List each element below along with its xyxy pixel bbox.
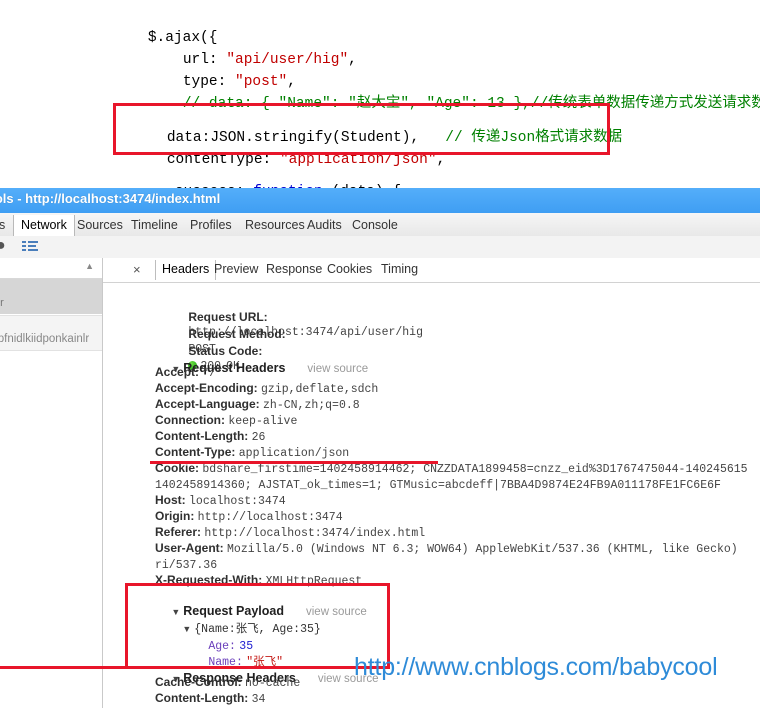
details-tabbar: × Headers Preview Response Cookies Timin…	[103, 258, 760, 283]
close-icon[interactable]: ×	[133, 262, 141, 277]
header-value: zh-CN,zh;q=0.8	[263, 399, 360, 412]
header-row: Accept-Language: zh-CN,zh;q=0.8	[155, 397, 360, 413]
header-name: Content-Type:	[155, 445, 236, 459]
header-value: application/json	[238, 447, 350, 460]
code-highlight-annotation	[113, 103, 610, 155]
header-name: Content-Length:	[155, 429, 249, 443]
code-editor: $.ajax({ url: "api/user/hig", type: "pos…	[0, 0, 760, 200]
header-value: */*	[202, 367, 224, 380]
network-toolbar: ●	[0, 236, 760, 259]
header-row: Content-Length: 26	[155, 429, 265, 445]
list-item[interactable]: g fjpfnidlkiidponkainlr	[0, 315, 102, 351]
content-type-underline-annotation	[150, 461, 438, 464]
tab-audits[interactable]: Audits	[300, 215, 349, 236]
view-source-link[interactable]: view source	[307, 363, 368, 375]
list-item[interactable]: er	[0, 279, 102, 314]
header-row: Accept-Encoding: gzip,deflate,sdch	[155, 381, 378, 397]
list-item-sublabel: fjpfnidlkiidponkainlr	[0, 333, 90, 345]
header-row-content-type: Content-Type: application/json	[155, 445, 349, 461]
header-name: Accept-Language:	[155, 397, 260, 411]
request-list[interactable]: ▲ er g fjpfnidlkiidponkainlr	[0, 258, 103, 708]
header-row-user-agent-cont: ri/537.36	[155, 557, 217, 573]
header-value: no-cache	[245, 677, 301, 690]
header-name: Host:	[155, 493, 186, 507]
sort-arrow-icon[interactable]: ▲	[85, 261, 94, 271]
tab-preview[interactable]: Preview	[208, 260, 264, 280]
tab-timeline[interactable]: Timeline	[124, 215, 185, 236]
header-name: Origin:	[155, 509, 195, 523]
filter-icon[interactable]	[22, 241, 38, 252]
tab-network[interactable]: Network	[13, 215, 75, 236]
tab-sources[interactable]: Sources	[70, 215, 130, 236]
response-headers-underline-annotation	[0, 666, 390, 669]
header-name: Content-Length:	[155, 691, 249, 705]
watermark-url: http://www.cnblogs.com/babycool	[354, 653, 718, 681]
tab-cookies[interactable]: Cookies	[321, 260, 378, 280]
tab-profiles[interactable]: Profiles	[183, 215, 239, 236]
header-value: ri/537.36	[155, 559, 218, 572]
tab-timing[interactable]: Timing	[375, 260, 424, 280]
payload-box-annotation	[125, 583, 390, 669]
header-value: 1402458914360; AJSTAT_ok_times=1; GTMusi…	[155, 479, 721, 492]
devtools-title-text: er Tools - http://localhost:3474/index.h…	[0, 191, 221, 206]
tab-response[interactable]: Response	[260, 260, 328, 280]
response-header-row: Cache-Control: no-cache	[155, 675, 300, 691]
header-value: Mozilla/5.0 (Windows NT 6.3; WOW64) Appl…	[227, 543, 738, 556]
response-header-row: Content-Length: 34	[155, 691, 265, 707]
record-icon[interactable]: ●	[0, 237, 6, 255]
header-name: User-Agent:	[155, 541, 224, 555]
header-value: 34	[251, 693, 266, 706]
header-name: Connection:	[155, 413, 225, 427]
header-value: gzip,deflate,sdch	[261, 383, 379, 396]
header-row: Host: localhost:3474	[155, 493, 286, 509]
header-row-user-agent: User-Agent: Mozilla/5.0 (Windows NT 6.3;…	[155, 541, 738, 557]
header-row-cookie-cont: 1402458914360; AJSTAT_ok_times=1; GTMusi…	[155, 477, 721, 493]
request-list-header: ▲	[0, 258, 102, 279]
header-value: localhost:3474	[189, 495, 286, 508]
code-token: ,	[348, 52, 357, 68]
header-value: 26	[251, 431, 266, 444]
list-item-label: er	[0, 297, 4, 309]
header-value: http://localhost:3474	[197, 511, 343, 524]
devtools-tabbar: s Network Sources Timeline Profiles Reso…	[0, 213, 760, 237]
devtools-titlebar: er Tools - http://localhost:3474/index.h…	[0, 188, 760, 213]
header-value: http://localhost:3474/index.html	[204, 527, 426, 540]
header-name: Referer:	[155, 525, 202, 539]
header-value: keep-alive	[228, 415, 298, 428]
tab-console[interactable]: Console	[345, 215, 405, 236]
header-name: Accept-Encoding:	[155, 381, 258, 395]
header-row: Origin: http://localhost:3474	[155, 509, 343, 525]
header-value: bdshare_firstime=1402458914462; CNZZDATA…	[202, 463, 748, 476]
header-row: Accept: */*	[155, 365, 223, 381]
header-row: Connection: keep-alive	[155, 413, 297, 429]
header-row: Referer: http://localhost:3474/index.htm…	[155, 525, 425, 541]
tab-elements[interactable]: s	[0, 215, 12, 236]
header-name: Accept:	[155, 365, 200, 379]
header-name: Cache-Control:	[155, 675, 242, 689]
